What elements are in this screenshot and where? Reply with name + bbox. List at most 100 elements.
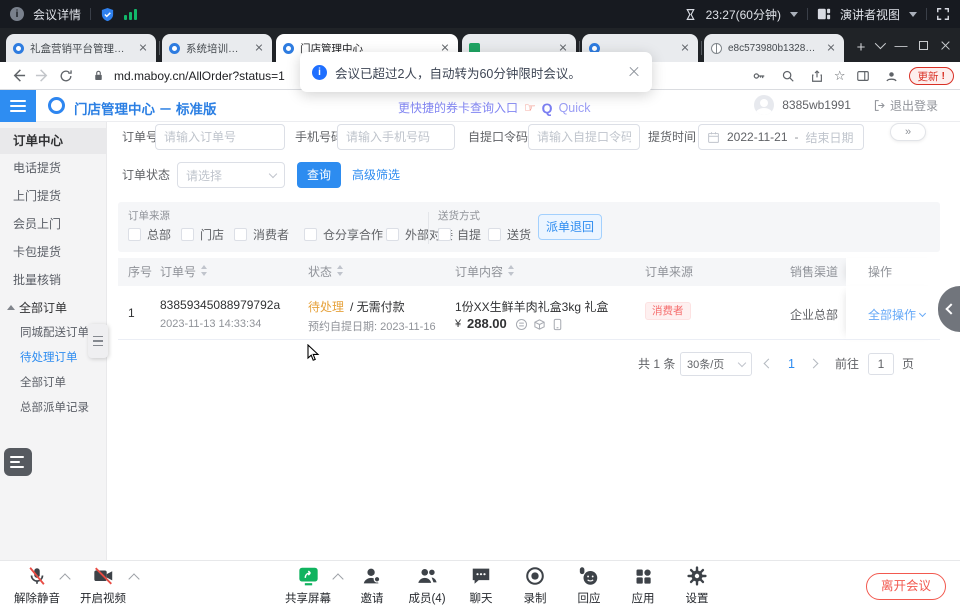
bookmark-star-icon[interactable]: ☆ <box>834 68 846 84</box>
unmute-button[interactable]: 解除静音 <box>1 564 73 606</box>
package-icon[interactable] <box>533 318 546 331</box>
sidebar-item-door-pickup[interactable]: 上门提货 <box>0 188 107 204</box>
window-close-button[interactable] <box>934 28 956 62</box>
collapse-triangle-icon <box>7 305 15 310</box>
sidebar-item-phone-pickup[interactable]: 电话提货 <box>0 160 107 176</box>
checkbox-icon[interactable] <box>386 228 399 241</box>
sort-icon[interactable] <box>507 264 515 276</box>
prev-page-icon[interactable] <box>764 359 774 369</box>
sidebar-group-all-orders[interactable]: 全部订单 <box>0 300 107 316</box>
meeting-info-icon[interactable]: i <box>10 7 24 21</box>
quick-label[interactable]: Quick <box>559 101 591 115</box>
checkbox-hq[interactable]: 总部 <box>128 226 171 243</box>
quick-entry-link[interactable]: 更快捷的券卡查询入口 <box>398 99 518 116</box>
browser-tab-6[interactable]: e8c573980b1328a258fd2e6f8 <box>704 34 844 62</box>
share-screen-button[interactable]: 共享屏幕 <box>272 564 344 606</box>
logout-button[interactable]: 退出登录 <box>873 97 938 114</box>
checkbox-consumer[interactable]: 消费者 <box>234 226 289 243</box>
browser-tab-1[interactable]: 礼盒营销平台管理中心 <box>6 34 156 62</box>
checkbox-self-pickup[interactable]: 自提 <box>438 226 481 243</box>
order-status-select[interactable]: 请选择 <box>177 162 285 188</box>
checkbox-label: 总部 <box>147 226 171 243</box>
row-action-dropdown[interactable]: 全部操作 <box>868 306 925 323</box>
sort-icon[interactable] <box>336 264 344 276</box>
tab-close-icon[interactable] <box>253 42 265 54</box>
sidebar-subitem-all-orders[interactable]: 全部订单 <box>0 375 107 391</box>
browser-tab-2[interactable]: 系统培训学习 <box>162 34 272 62</box>
window-maximize-button[interactable] <box>912 28 934 62</box>
checkbox-icon[interactable] <box>234 228 247 241</box>
zoom-icon[interactable] <box>776 64 800 88</box>
current-page[interactable]: 1 <box>788 352 795 376</box>
window-minimize-button[interactable]: — <box>890 28 912 62</box>
phone-icon[interactable] <box>551 318 564 331</box>
fullscreen-icon[interactable] <box>936 7 950 21</box>
meeting-float-toolbar-handle[interactable] <box>4 448 32 476</box>
phone-input[interactable] <box>337 124 455 150</box>
advanced-filter-link[interactable]: 高级筛选 <box>352 162 400 188</box>
reload-icon[interactable] <box>54 64 78 88</box>
dispatch-return-button[interactable]: 派单退回 <box>538 214 602 240</box>
order-no-input[interactable] <box>155 124 285 150</box>
timer-dropdown-icon[interactable] <box>790 12 798 17</box>
network-signal-icon[interactable] <box>124 8 137 20</box>
coupon-icon[interactable] <box>515 318 528 331</box>
back-icon[interactable] <box>6 64 30 88</box>
tab-close-icon[interactable] <box>137 42 149 54</box>
checkbox-store[interactable]: 门店 <box>181 226 224 243</box>
forward-icon[interactable] <box>30 64 54 88</box>
meeting-security-shield-icon[interactable] <box>100 7 115 22</box>
sidebar-drag-handle[interactable] <box>88 324 108 358</box>
col-content[interactable]: 订单内容 <box>455 258 515 286</box>
col-order-no[interactable]: 订单号 <box>160 258 208 286</box>
view-mode-label[interactable]: 演讲者视图 <box>840 6 900 23</box>
search-button[interactable]: 查询 <box>297 162 341 188</box>
col-status[interactable]: 状态 <box>308 258 344 286</box>
goto-page-input[interactable] <box>868 353 894 375</box>
row-detail-icons <box>515 318 564 331</box>
side-panel-icon[interactable] <box>851 64 875 88</box>
settings-button[interactable]: 设置 <box>661 564 733 606</box>
cell-currency: ¥ <box>455 318 461 330</box>
checkbox-delivery[interactable]: 送货 <box>488 226 531 243</box>
cell-price: 288.00 <box>467 316 507 331</box>
expand-filters-button[interactable]: » <box>890 123 926 141</box>
sidebar-subitem-hq-dispatch[interactable]: 总部派单记录 <box>0 400 107 416</box>
tab-title: 系统培训学习 <box>186 41 247 56</box>
view-mode-dropdown-icon[interactable] <box>909 12 917 17</box>
next-page-icon[interactable] <box>809 359 819 369</box>
checkbox-icon[interactable] <box>438 228 451 241</box>
page-size-select[interactable]: 30条/页 <box>680 352 752 376</box>
user-avatar[interactable] <box>754 95 774 115</box>
pickup-code-input[interactable] <box>528 124 640 150</box>
sidebar-item-member-visit[interactable]: 会员上门 <box>0 216 107 232</box>
password-key-icon[interactable] <box>747 64 771 88</box>
sidebar-item-card-pickup[interactable]: 卡包提货 <box>0 244 107 260</box>
meeting-toolbar: 解除静音 开启视频 共享屏幕 邀请 成员(4) <box>0 560 960 610</box>
lock-icon[interactable] <box>86 64 110 88</box>
checkbox-icon[interactable] <box>488 228 501 241</box>
source-tag-consumer: 消费者 <box>645 302 691 320</box>
browser-profile-icon[interactable] <box>880 64 904 88</box>
url-text[interactable]: md.maboy.cn/AllOrder?status=1 <box>114 69 285 83</box>
tab-close-icon[interactable] <box>679 42 691 54</box>
pointing-finger-icon: ☞ <box>524 100 536 116</box>
meeting-details-label[interactable]: 会议详情 <box>33 6 81 23</box>
checkbox-icon[interactable] <box>304 228 317 241</box>
share-icon[interactable] <box>805 64 829 88</box>
browser-update-button[interactable]: 更新 ! <box>909 67 955 85</box>
menu-hamburger-button[interactable] <box>0 90 36 122</box>
sort-icon[interactable] <box>200 264 208 276</box>
checkbox-icon[interactable] <box>128 228 141 241</box>
leave-meeting-button[interactable]: 离开会议 <box>866 573 946 600</box>
order-source-label: 订单来源 <box>128 208 170 223</box>
date-range-picker[interactable]: 2022-11-21 - 结束日期 <box>698 124 864 150</box>
quick-q-icon[interactable]: Q <box>542 100 553 116</box>
sidebar-item-batch-verify[interactable]: 批量核销 <box>0 272 107 288</box>
checkbox-icon[interactable] <box>181 228 194 241</box>
tab-close-icon[interactable] <box>825 42 837 54</box>
tab-search-chevron-icon[interactable] <box>868 28 890 62</box>
start-video-button[interactable]: 开启视频 <box>67 564 139 606</box>
checkbox-warehouse-share[interactable]: 仓分享合作 <box>304 226 383 243</box>
toast-close-icon[interactable] <box>628 66 640 78</box>
